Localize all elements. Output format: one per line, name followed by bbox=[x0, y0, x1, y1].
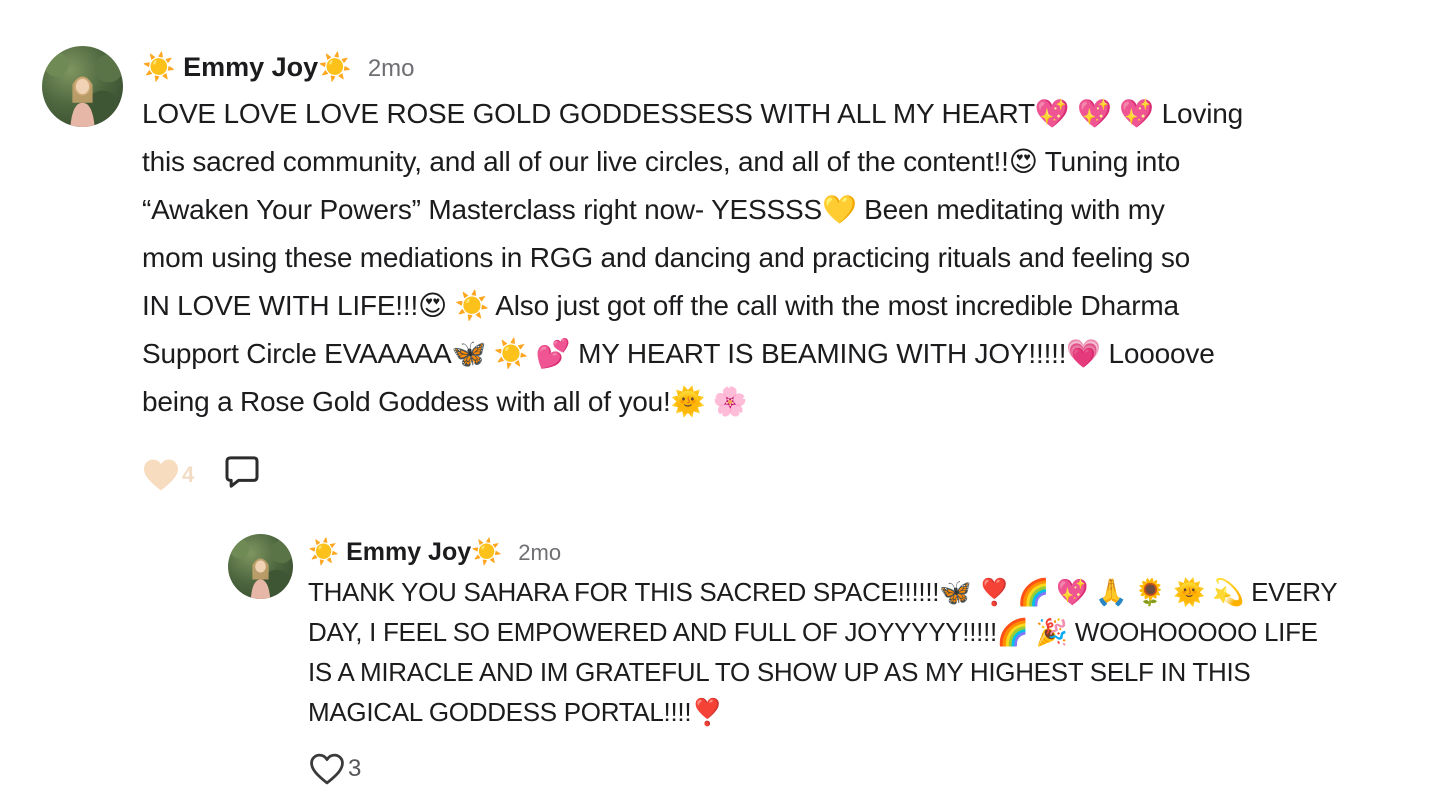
comment-body: ☀️ Emmy Joy☀️ 2mo THANK YOU SAHARA FOR T… bbox=[308, 534, 1423, 732]
reply-button[interactable] bbox=[222, 452, 262, 497]
timestamp: 2mo bbox=[518, 540, 562, 565]
avatar[interactable] bbox=[42, 46, 123, 127]
comment-body: ☀️ Emmy Joy☀️ 2mo LOVE LOVE LOVE ROSE GO… bbox=[142, 46, 1422, 426]
avatar[interactable] bbox=[228, 534, 293, 599]
author-name[interactable]: ☀️ Emmy Joy☀️ bbox=[142, 46, 352, 88]
comment-bubble-icon bbox=[222, 452, 262, 497]
like-count: 3 bbox=[348, 755, 362, 782]
like-button[interactable]: 4 bbox=[142, 458, 194, 492]
author-name[interactable]: ☀️ Emmy Joy☀️ bbox=[308, 534, 502, 570]
heart-filled-icon bbox=[142, 458, 180, 492]
heart-outline-icon bbox=[308, 752, 346, 786]
comment-actions: 4 bbox=[142, 452, 262, 497]
comment-actions: 3 bbox=[308, 752, 361, 786]
like-count: 4 bbox=[182, 461, 195, 487]
comment-header: ☀️ Emmy Joy☀️ 2mo bbox=[308, 534, 1423, 570]
timestamp: 2mo bbox=[367, 55, 415, 82]
comment-text: THANK YOU SAHARA FOR THIS SACRED SPACE!!… bbox=[308, 577, 1338, 727]
comment-header: ☀️ Emmy Joy☀️ 2mo bbox=[142, 46, 1422, 88]
comment-text: LOVE LOVE LOVE ROSE GOLD GODDESSESS WITH… bbox=[142, 98, 1243, 417]
like-button[interactable]: 3 bbox=[308, 752, 361, 786]
